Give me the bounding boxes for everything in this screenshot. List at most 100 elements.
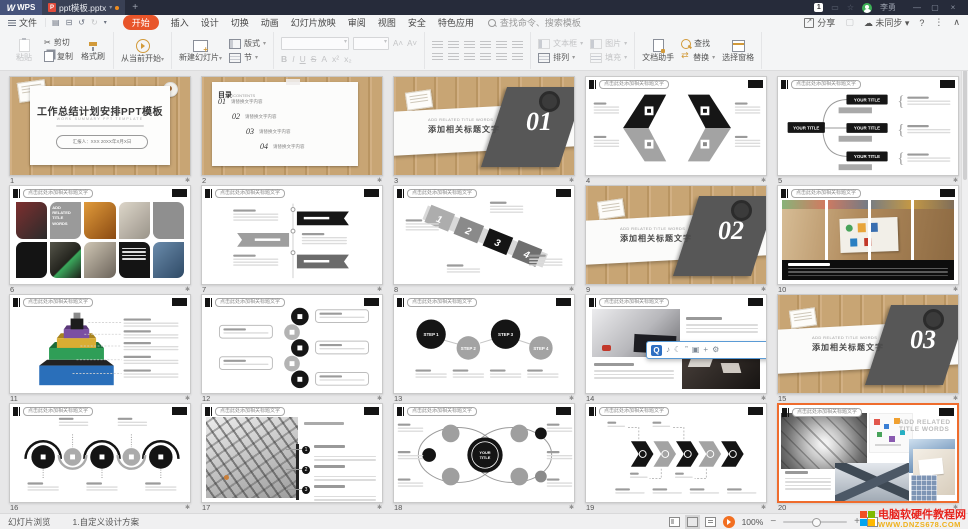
transition-star-icon[interactable]: ✱ [185, 286, 190, 293]
bold-button[interactable]: B [281, 54, 287, 64]
zoom-slider-knob[interactable] [812, 518, 821, 527]
slide-thumbnail-1[interactable]: 工作总结计划安排PPT模板 WORK SUMMARY PPT TEMPLATE … [9, 76, 191, 185]
vertical-scrollbar[interactable] [961, 68, 968, 514]
command-search[interactable]: 查找命令、搜索模板 [488, 16, 581, 29]
toolbar-search-icon[interactable]: Q [651, 345, 662, 356]
layout-button[interactable]: 版式▾ [229, 39, 266, 49]
print-icon[interactable]: ⊟ [66, 18, 73, 27]
toolbar-add-icon[interactable]: + [703, 346, 708, 354]
play-from-current-button[interactable]: 从当前开始▾ [121, 39, 164, 63]
restore-button[interactable]: ▢ [926, 3, 944, 12]
undo-icon[interactable]: ↺ [78, 18, 85, 27]
transition-star-icon[interactable]: ✱ [953, 286, 958, 293]
transition-star-icon[interactable]: ✱ [761, 504, 766, 511]
strikethrough-button[interactable]: S [311, 54, 317, 64]
share-button[interactable]: 分享 [804, 16, 835, 29]
menu-tab-9[interactable]: 安全 [408, 16, 426, 29]
slide-thumbnail-11[interactable]: 点击此处添加相关标题文字 11✱ [9, 294, 191, 403]
menu-tab-2[interactable]: 插入 [171, 16, 189, 29]
help-button[interactable]: ? [919, 18, 924, 28]
new-slide-button[interactable]: 新建幻灯片▾ [179, 40, 222, 62]
format-painter-button[interactable]: 格式刷 [80, 41, 106, 61]
fit-window-button[interactable] [867, 517, 878, 527]
sync-status-button[interactable]: ☁ 未同步 ▾ [864, 16, 910, 29]
file-menu[interactable]: 文件 [0, 16, 45, 29]
slide-thumbnail-5[interactable]: 点击此处添加相关标题文字 YOUR TITLE YOUR TITLE { YOU… [777, 76, 959, 185]
bullets-icon[interactable] [432, 41, 443, 49]
align-left-icon[interactable] [432, 53, 443, 61]
slide-thumbnail-17[interactable]: 点击此处添加相关标题文字 1 2 3 17✱ [201, 403, 383, 512]
cut-button[interactable]: ✂剪切 [44, 39, 73, 47]
picture-button[interactable]: 图片▾ [590, 39, 627, 49]
menu-tab-1[interactable]: 开始 [123, 15, 159, 30]
selection-pane-button[interactable]: 选择窗格 [722, 40, 754, 62]
toolbar-moon-icon[interactable]: ☾ [674, 346, 681, 354]
transition-star-icon[interactable]: ✱ [377, 504, 382, 511]
font-color-button[interactable]: A [321, 54, 327, 64]
font-size-combo[interactable] [353, 37, 389, 50]
minimize-button[interactable]: — [908, 3, 926, 12]
slide-thumbnail-18[interactable]: 点击此处添加相关标题文字 YOUR TITLE 18✱ [393, 403, 575, 512]
align-center-icon[interactable] [448, 53, 459, 61]
slide-thumbnail-19[interactable]: 点击此处添加相关标题文字 19✱ [585, 403, 767, 512]
menu-tab-6[interactable]: 幻灯片放映 [291, 16, 336, 29]
scrollbar-thumb[interactable] [963, 70, 967, 180]
slide-thumbnail-2[interactable]: 目录/CONTENTS 01 请替换文字内容 02 请替换文字内容 03 请替换… [201, 76, 383, 185]
zoom-out-button[interactable]: − [770, 517, 776, 527]
slide-thumbnail-14[interactable]: 点击此处添加相关标题文字 Q ♪ ☾ ” ▣ + ⚙ 14✱ [585, 294, 767, 403]
toolbar-image-icon[interactable]: ▣ [692, 346, 700, 354]
menu-tab-10[interactable]: 特色应用 [438, 16, 474, 29]
reading-view-button[interactable] [705, 517, 716, 527]
copy-button[interactable]: 复制 [44, 51, 73, 62]
slide-thumbnail-16[interactable]: 点击此处添加相关标题文字 16✱ [9, 403, 191, 512]
transition-star-icon[interactable]: ✱ [761, 286, 766, 293]
fill-button[interactable]: 填充▾ [590, 53, 627, 63]
transition-star-icon[interactable]: ✱ [569, 177, 574, 184]
numbering-icon[interactable] [448, 41, 459, 49]
text-direction-icon[interactable] [512, 41, 523, 49]
doc-assistant-button[interactable]: 文档助手 [642, 39, 674, 62]
wps-logo[interactable]: WWPS [0, 0, 42, 15]
zoom-percent-label[interactable]: 100% [742, 517, 764, 527]
transition-star-icon[interactable]: ✱ [185, 504, 190, 511]
slide-thumbnail-3[interactable]: ADD RELATED TITLE WORDS 添加相关标题文字 01 3✱ [393, 76, 575, 185]
align-right-icon[interactable] [464, 53, 475, 61]
message-icon[interactable]: ▭ [831, 3, 839, 12]
slide-thumbnail-20[interactable]: 点击此处添加相关标题文字 ADD RELATED TITLE WORDS 20✱ [777, 403, 959, 512]
toolbar-quote-icon[interactable]: ” [685, 346, 688, 354]
slide-thumbnail-10[interactable]: 点击此处添加相关标题文字 10✱ [777, 185, 959, 294]
transition-star-icon[interactable]: ✱ [953, 177, 958, 184]
subscript-button[interactable]: x₂ [344, 54, 352, 64]
slide-thumbnail-7[interactable]: 点击此处添加相关标题文字 7✱ [201, 185, 383, 294]
font-family-combo[interactable] [281, 37, 349, 50]
justify-icon[interactable] [480, 53, 491, 61]
line-spacing-icon[interactable] [496, 41, 507, 49]
decrease-indent-icon[interactable] [464, 41, 475, 49]
distribute-icon[interactable] [496, 53, 507, 61]
sorter-view-button[interactable] [687, 517, 698, 527]
slide-thumbnail-15[interactable]: ADD RELATED TITLE WORDS 添加相关标题文字 03 15✱ [777, 294, 959, 403]
user-avatar[interactable] [862, 3, 872, 13]
transition-star-icon[interactable]: ✱ [569, 286, 574, 293]
transition-star-icon[interactable]: ✱ [569, 395, 574, 402]
new-tab-button[interactable]: + [125, 2, 145, 13]
slideshow-play-button[interactable] [723, 516, 735, 528]
replace-button[interactable]: 替换▾ [681, 53, 715, 62]
decrease-font-button[interactable]: A˅ [407, 39, 417, 48]
transition-star-icon[interactable]: ✱ [377, 177, 382, 184]
underline-button[interactable]: U [300, 54, 306, 64]
normal-view-button[interactable] [669, 517, 680, 527]
menu-tab-7[interactable]: 审阅 [348, 16, 366, 29]
arrange-button[interactable]: 排列▾ [538, 53, 583, 63]
columns-icon[interactable] [512, 53, 523, 61]
close-button[interactable]: × [944, 3, 962, 12]
save-icon[interactable]: ▤ [52, 18, 60, 27]
menu-tab-4[interactable]: 切换 [231, 16, 249, 29]
slide-thumbnail-13[interactable]: 点击此处添加相关标题文字 STEP 1 STEP 2 STEP 3 STEP 4… [393, 294, 575, 403]
increase-indent-icon[interactable] [480, 41, 491, 49]
menu-tab-5[interactable]: 动画 [261, 16, 279, 29]
collapse-ribbon-button[interactable]: ∧ [953, 17, 960, 28]
transition-star-icon[interactable]: ✱ [185, 177, 190, 184]
text-box-button[interactable]: 文本框▾ [538, 39, 583, 49]
transition-star-icon[interactable]: ✱ [185, 395, 190, 402]
